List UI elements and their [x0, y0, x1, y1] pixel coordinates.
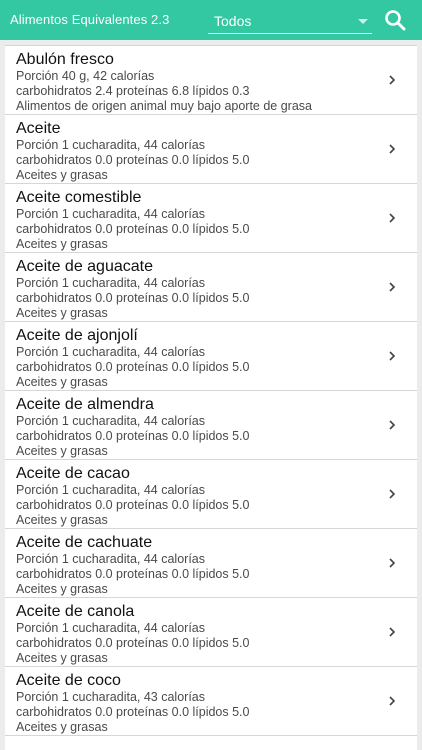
- chevron-right-icon: [387, 144, 397, 154]
- food-portion: Porción 1 cucharadita, 44 calorías: [16, 345, 205, 359]
- chevron-right-icon: [387, 420, 397, 430]
- food-macros: carbohidratos 0.0 proteínas 0.0 lípidos …: [16, 705, 250, 719]
- food-portion: Porción 1 cucharadita, 44 calorías: [16, 138, 205, 152]
- food-portion: Porción 1 cucharadita, 44 calorías: [16, 414, 205, 428]
- food-macros: carbohidratos 0.0 proteínas 0.0 lípidos …: [16, 567, 250, 581]
- food-portion: Porción 1 cucharadita, 44 calorías: [16, 621, 205, 635]
- food-portion: Porción 40 g, 42 calorías: [16, 69, 155, 83]
- food-macros: carbohidratos 0.0 proteínas 0.0 lípidos …: [16, 360, 250, 374]
- food-portion: Porción 1 cucharadita, 44 calorías: [16, 276, 205, 290]
- food-name: Aceite de cachuate: [16, 534, 153, 551]
- app-title: Alimentos Equivalentes 2.3: [10, 12, 170, 27]
- list-item[interactable]: Aceite de almendra Porción 1 cucharadita…: [5, 391, 417, 460]
- chevron-right-icon: [387, 489, 397, 499]
- chevron-right-icon: [387, 75, 397, 85]
- food-name: Aceite de cacao: [16, 465, 130, 482]
- food-macros: carbohidratos 0.0 proteínas 0.0 lípidos …: [16, 498, 250, 512]
- list-item[interactable]: Aceite de canola Porción 1 cucharadita, …: [5, 598, 417, 667]
- food-macros: carbohidratos 0.0 proteínas 0.0 lípidos …: [16, 153, 250, 167]
- chevron-right-icon: [387, 558, 397, 568]
- chevron-right-icon: [387, 282, 397, 292]
- category-filter-value: Todos: [214, 13, 252, 29]
- list-item[interactable]: Aceite de cacao Porción 1 cucharadita, 4…: [5, 460, 417, 529]
- food-group: Aceites y grasas: [16, 720, 108, 734]
- chevron-right-icon: [387, 696, 397, 706]
- food-macros: carbohidratos 0.0 proteínas 0.0 lípidos …: [16, 429, 250, 443]
- food-macros: carbohidratos 0.0 proteínas 0.0 lípidos …: [16, 636, 250, 650]
- food-name: Aceite de canola: [16, 603, 135, 620]
- food-name: Abulón fresco: [16, 51, 114, 68]
- food-macros: carbohidratos 2.4 proteínas 6.8 lípidos …: [16, 84, 250, 98]
- food-group: Aceites y grasas: [16, 306, 108, 320]
- food-name: Aceite: [16, 120, 61, 137]
- food-group: Aceites y grasas: [16, 651, 108, 665]
- food-portion: Porción 1 cucharadita, 44 calorías: [16, 483, 205, 497]
- food-group: Aceites y grasas: [16, 582, 108, 596]
- app-bar: Alimentos Equivalentes 2.3 Todos: [0, 0, 422, 40]
- food-name: Aceite de ajonjolí: [16, 327, 138, 344]
- food-name: Aceite de aguacate: [16, 258, 153, 275]
- food-name: Aceite comestible: [16, 189, 142, 206]
- list-item[interactable]: Abulón fresco Porción 40 g, 42 calorías …: [5, 45, 417, 115]
- list-item[interactable]: Aceite Porción 1 cucharadita, 44 caloría…: [5, 115, 417, 184]
- food-macros: carbohidratos 0.0 proteínas 0.0 lípidos …: [16, 222, 250, 236]
- chevron-right-icon: [387, 351, 397, 361]
- food-group: Aceites y grasas: [16, 237, 108, 251]
- list-item[interactable]: [5, 736, 417, 750]
- food-name: Aceite de almendra: [16, 396, 154, 413]
- food-name: Aceite de coco: [16, 672, 121, 689]
- food-group: Aceites y grasas: [16, 375, 108, 389]
- list-item[interactable]: Aceite de ajonjolí Porción 1 cucharadita…: [5, 322, 417, 391]
- list-item[interactable]: Aceite de coco Porción 1 cucharadita, 43…: [5, 667, 417, 736]
- chevron-right-icon: [387, 213, 397, 223]
- food-group: Aceites y grasas: [16, 513, 108, 527]
- search-button[interactable]: [383, 8, 409, 32]
- food-portion: Porción 1 cucharadita, 44 calorías: [16, 207, 205, 221]
- food-group: Alimentos de origen animal muy bajo apor…: [16, 99, 313, 113]
- chevron-right-icon: [387, 627, 397, 637]
- food-macros: carbohidratos 0.0 proteínas 0.0 lípidos …: [16, 291, 250, 305]
- food-group: Aceites y grasas: [16, 168, 108, 182]
- chevron-down-icon: [358, 19, 368, 24]
- category-filter-select[interactable]: Todos: [208, 6, 372, 34]
- food-group: Aceites y grasas: [16, 444, 108, 458]
- food-portion: Porción 1 cucharadita, 43 calorías: [16, 690, 205, 704]
- list-item[interactable]: Aceite de aguacate Porción 1 cucharadita…: [5, 253, 417, 322]
- search-icon: [385, 10, 406, 31]
- list-item[interactable]: Aceite de cachuate Porción 1 cucharadita…: [5, 529, 417, 598]
- food-portion: Porción 1 cucharadita, 44 calorías: [16, 552, 205, 566]
- list-item[interactable]: Aceite comestible Porción 1 cucharadita,…: [5, 184, 417, 253]
- food-list[interactable]: Abulón fresco Porción 40 g, 42 calorías …: [5, 45, 417, 750]
